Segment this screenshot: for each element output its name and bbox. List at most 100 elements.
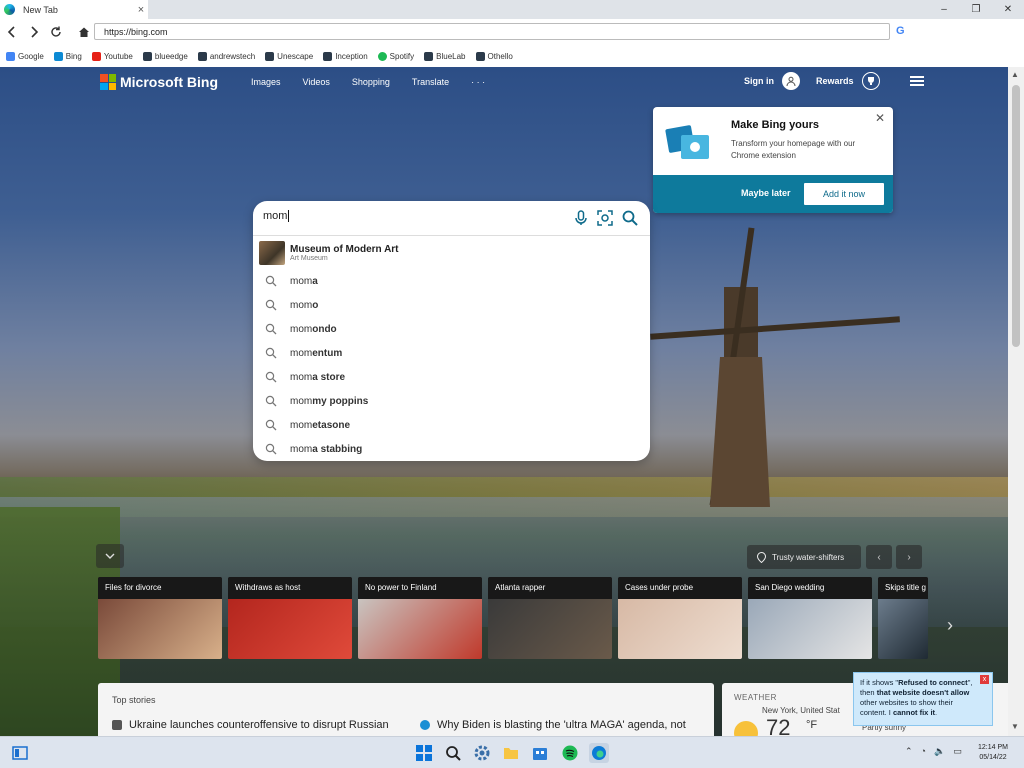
address-bar[interactable]: https://bing.com [94, 23, 890, 40]
suggestion-item[interactable]: mom entum [253, 341, 650, 365]
next-image-button[interactable]: › [896, 545, 922, 569]
bookmark-andrewstech[interactable]: andrewstech [197, 51, 255, 61]
window-controls: – ❐ ✕ [928, 0, 1024, 19]
news-image [748, 599, 872, 659]
taskbar-clock[interactable]: 12:14 PM 05/14/22 [978, 743, 1008, 763]
file-explorer-icon[interactable] [501, 743, 521, 763]
scroll-up-icon[interactable]: ▲ [1011, 70, 1019, 79]
nav-translate[interactable]: Translate [412, 77, 449, 87]
spotify-icon[interactable] [560, 743, 580, 763]
nav-videos[interactable]: Videos [303, 77, 330, 87]
tooltip-close-icon[interactable]: x [980, 675, 989, 684]
bookmark-bluelab[interactable]: BlueLab [424, 51, 466, 61]
menu-icon[interactable] [909, 76, 924, 86]
previous-image-button[interactable]: ‹ [866, 545, 892, 569]
tab-close-button[interactable]: × [134, 4, 148, 16]
news-card[interactable]: Withdraws as host [228, 577, 352, 659]
battery-icon[interactable]: ▭ [953, 746, 962, 757]
page-scrollbar[interactable]: ▲ ▼ [1008, 67, 1024, 736]
location-pin-icon [757, 551, 766, 563]
user-avatar-icon[interactable] [782, 72, 800, 90]
forward-button[interactable] [24, 22, 44, 42]
news-card[interactable]: San Diego wedding [748, 577, 872, 659]
widgets-icon[interactable] [10, 743, 30, 763]
reload-button[interactable] [46, 22, 66, 42]
news-card[interactable]: Files for divorce [98, 577, 222, 659]
tray-overflow-icon[interactable]: ⌃ [905, 746, 913, 757]
suggestion-item[interactable]: mom my poppins [253, 389, 650, 413]
start-icon[interactable] [414, 743, 434, 763]
bookmark-spotify[interactable]: Spotify [377, 51, 414, 61]
maximize-button[interactable]: ❐ [960, 0, 992, 19]
text-caret [288, 210, 290, 223]
search-input[interactable]: mom [263, 210, 563, 226]
news-image [878, 599, 928, 659]
suggestion-item[interactable]: mom a stabbing [253, 437, 650, 461]
volume-icon[interactable]: 🔈 [934, 746, 945, 757]
microphone-icon[interactable] [573, 210, 589, 226]
store-icon[interactable] [530, 743, 550, 763]
add-it-now-button[interactable]: Add it now [804, 183, 884, 205]
bookmark-othello[interactable]: Othello [475, 51, 513, 61]
rewards-trophy-icon[interactable] [861, 72, 880, 90]
news-card[interactable]: Cases under probe [618, 577, 742, 659]
bookmark-unescape[interactable]: Unescape [265, 51, 313, 61]
home-button[interactable] [74, 22, 94, 42]
suggestion-item[interactable]: mom etasone [253, 413, 650, 437]
wifi-icon[interactable]: ◔ [921, 746, 926, 757]
suggestion-item[interactable]: mom ondo [253, 317, 650, 341]
weather-unit: °F [806, 719, 818, 731]
bing-logo[interactable]: Microsoft Bing [100, 74, 218, 90]
suggestion-item[interactable]: mom a [253, 269, 650, 293]
news-source-icon [112, 720, 122, 730]
search-icon [265, 275, 277, 287]
chevron-left-icon: ‹ [877, 551, 881, 563]
clock-time: 12:14 PM [978, 744, 1008, 751]
promo-close-icon[interactable]: ✕ [875, 111, 885, 125]
news-card[interactable]: Skips title g [878, 577, 928, 659]
story-link[interactable]: Why Biden is blasting the 'ultra MAGA' a… [420, 719, 686, 731]
news-image [488, 599, 612, 659]
close-window-button[interactable]: ✕ [992, 0, 1024, 19]
extension-promo-icon [665, 125, 709, 159]
sign-in-link[interactable]: Sign in [744, 76, 774, 86]
suggestion-item[interactable]: mom o [253, 293, 650, 317]
windows-taskbar: ⌃ ◔ 🔈 ▭ 12:14 PM 05/14/22 [0, 736, 1024, 768]
nav-shopping[interactable]: Shopping [352, 77, 390, 87]
scroll-down-icon[interactable]: ▼ [1011, 722, 1019, 731]
nav-more[interactable]: · · · [471, 77, 485, 87]
minimize-button[interactable]: – [928, 0, 960, 19]
entity-name: Museum of Modern Art [290, 244, 399, 255]
google-icon[interactable]: G [896, 25, 905, 37]
bookmarks-bar: Google Bing Youtube blueedge andrewstech… [0, 45, 1024, 67]
search-icon[interactable] [622, 210, 638, 226]
browser-tab[interactable]: New Tab × [0, 0, 148, 19]
visual-search-icon[interactable] [597, 210, 613, 226]
rewards-link[interactable]: Rewards [816, 76, 854, 86]
search-query: mom [263, 210, 288, 222]
back-button[interactable] [2, 22, 22, 42]
clock-date: 05/14/22 [979, 754, 1007, 761]
bookmark-blueedge[interactable]: blueedge [142, 51, 188, 61]
settings-gear-icon[interactable] [472, 743, 492, 763]
image-info-button[interactable]: Trusty water-shifters [747, 545, 861, 569]
suggestion-entity[interactable]: Museum of Modern Art Art Museum [259, 240, 644, 266]
bookmark-inception[interactable]: Inception [323, 51, 368, 61]
collapse-chevron-button[interactable] [96, 544, 124, 568]
nav-images[interactable]: Images [251, 77, 281, 87]
promo-description: Transform your homepage with our Chrome … [731, 139, 856, 160]
story-link[interactable]: Ukraine launches counteroffensive to dis… [112, 719, 389, 731]
maybe-later-button[interactable]: Maybe later [741, 188, 791, 198]
edge-taskbar-icon[interactable] [589, 743, 609, 763]
carousel-next-arrow[interactable]: › [947, 615, 953, 636]
news-card[interactable]: No power to Finland [358, 577, 482, 659]
blueedge-bookmark-icon [142, 51, 152, 61]
scrollbar-thumb[interactable] [1012, 85, 1020, 347]
bookmark-bing[interactable]: Bing [53, 51, 82, 61]
bookmark-youtube[interactable]: Youtube [91, 51, 133, 61]
bookmark-google[interactable]: Google [6, 51, 44, 61]
suggestion-item[interactable]: mom a store [253, 365, 650, 389]
search-taskbar-icon[interactable] [443, 743, 463, 763]
make-bing-yours-card: Make Bing yours Transform your homepage … [653, 107, 893, 213]
news-card[interactable]: Atlanta rapper [488, 577, 612, 659]
